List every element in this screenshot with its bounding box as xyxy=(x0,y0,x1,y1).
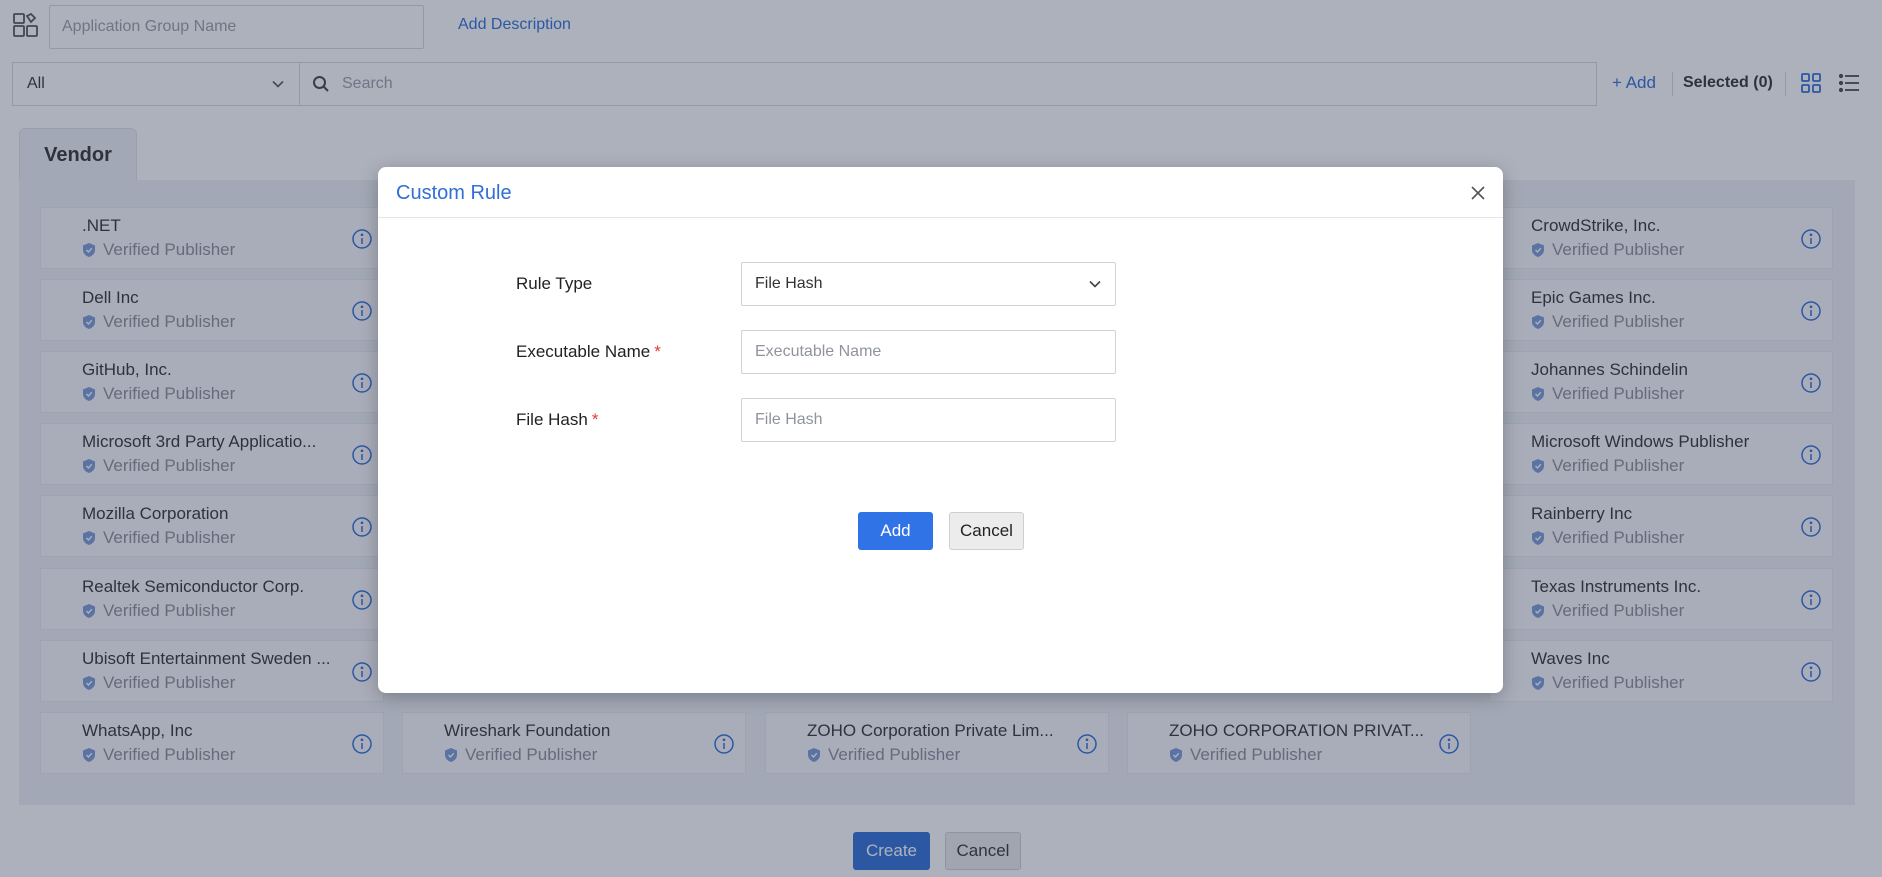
close-icon[interactable] xyxy=(1468,183,1488,203)
file-hash-input[interactable] xyxy=(741,398,1116,442)
rule-type-value: File Hash xyxy=(755,275,823,292)
required-marker: * xyxy=(654,342,661,361)
dialog-divider xyxy=(378,217,1503,218)
add-rule-button[interactable]: Add xyxy=(858,512,933,550)
chevron-down-icon xyxy=(1089,280,1101,288)
executable-name-input[interactable] xyxy=(741,330,1116,374)
cancel-rule-button[interactable]: Cancel xyxy=(949,512,1024,550)
rule-type-label: Rule Type xyxy=(516,274,593,293)
custom-rule-dialog: Custom Rule Rule Type File Hash Executab… xyxy=(378,167,1503,693)
dialog-title: Custom Rule xyxy=(396,182,512,204)
file-hash-label: File Hash * xyxy=(516,410,599,429)
rule-type-select[interactable]: File Hash xyxy=(741,262,1116,306)
required-marker: * xyxy=(591,410,599,429)
executable-name-label: Executable Name * xyxy=(516,342,661,361)
